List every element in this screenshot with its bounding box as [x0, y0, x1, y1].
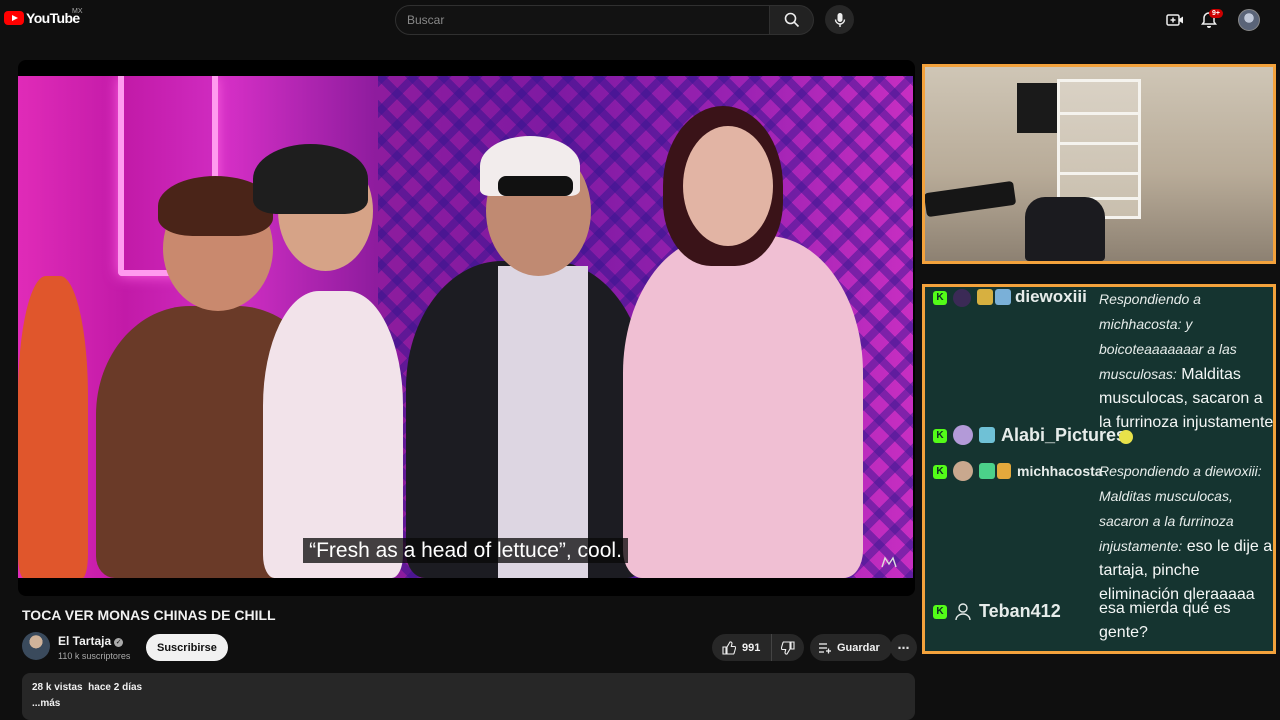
create-video-icon[interactable]: [1166, 11, 1184, 29]
kick-badge-icon: K: [933, 465, 947, 479]
chat-username: Teban412: [979, 601, 1061, 621]
shelf-row: [1060, 172, 1138, 175]
gaming-chair: [1025, 197, 1105, 261]
person-5-head: [683, 126, 773, 246]
search-button[interactable]: [770, 5, 814, 35]
video-player[interactable]: “Fresh as a head of lettuce”, cool.: [18, 60, 915, 596]
shelf-row: [1060, 142, 1138, 145]
verified-check-icon: ✓: [114, 638, 124, 647]
thumbs-down-icon: [781, 640, 795, 655]
user-silhouette-icon: [955, 603, 971, 621]
kick-badge-icon: K: [933, 605, 947, 619]
chat-message: K Alabi_Pictures: [931, 423, 1271, 451]
subtitle-text: “Fresh as a head of lettuce”, cool.: [303, 538, 628, 563]
chat-message: K diewoxiii Respondiendo a michhacosta: …: [931, 287, 1273, 431]
chat-username: diewoxiii: [1015, 287, 1087, 306]
kick-badge-icon: K: [933, 291, 947, 305]
more-dots-icon: ⋯: [897, 640, 910, 655]
thumbs-up-icon: [722, 640, 736, 655]
kick-badge-icon: K: [933, 429, 947, 443]
channel-name-row[interactable]: El Tartaja ✓: [58, 634, 124, 648]
chat-emote-icon: [977, 289, 993, 305]
subscriber-count: 110 k suscriptores: [58, 651, 131, 661]
upload-date: hace 2 días: [88, 682, 143, 693]
search-icon: [784, 12, 799, 28]
dislike-button[interactable]: [772, 634, 804, 661]
chat-message-text: esa mierda qué es gente?: [1099, 600, 1231, 641]
notifications-badge: 9+: [1209, 9, 1223, 18]
like-button[interactable]: 991: [712, 634, 772, 661]
logo-country-code: MX: [72, 8, 83, 15]
chat-username: michhacosta: [1017, 463, 1103, 479]
chat-emote-icon: [1119, 430, 1133, 444]
chat-emote-icon: [979, 427, 995, 443]
wall-poster: [1017, 83, 1057, 133]
microphone-icon: [834, 12, 845, 27]
chat-emote-icon: [979, 463, 995, 479]
save-button[interactable]: Guardar: [810, 634, 892, 661]
person-4-sunglasses: [498, 176, 573, 196]
person-3-beanie: [253, 144, 368, 214]
chat-username: Alabi_Pictures: [1001, 425, 1127, 445]
save-playlist-icon: [819, 642, 831, 653]
youtube-logo[interactable]: YouTube MX: [4, 8, 83, 26]
chat-message-body: Respondiendo a diewoxiii: Malditas muscu…: [1099, 459, 1273, 607]
chat-emote-icon: [997, 463, 1011, 479]
description-box[interactable]: 28 k vistas hace 2 días ...más: [22, 673, 915, 720]
search-input[interactable]: [407, 13, 769, 27]
save-label: Guardar: [837, 641, 880, 654]
chat-message-body: Respondiendo a michhacosta: y boicoteaaa…: [1099, 287, 1273, 435]
chat-emote-icon: [995, 289, 1011, 305]
voice-search-button[interactable]: [825, 5, 854, 34]
like-dislike-group: 991: [712, 634, 804, 661]
chat-message: K Teban412 esa mierda qué es gente?: [931, 597, 1271, 649]
video-frame[interactable]: [18, 76, 913, 578]
show-more-link[interactable]: ...más: [32, 698, 905, 709]
chat-message: K michhacosta Respondiendo a diewoxiii: …: [931, 459, 1273, 603]
view-date-line: 28 k vistas hace 2 días: [32, 682, 905, 693]
microphone-arm: [925, 180, 1017, 218]
person-1: [18, 276, 88, 578]
person-4-shirt: [498, 266, 588, 578]
youtube-play-icon: [4, 11, 24, 25]
subtitle-caption: “Fresh as a head of lettuce”, cool.: [18, 538, 913, 563]
stream-chat-overlay: K diewoxiii Respondiendo a michhacosta: …: [922, 284, 1276, 654]
video-title: TOCA VER MONAS CHINAS DE CHILL: [22, 607, 276, 623]
chat-user-avatar: [953, 461, 973, 481]
person-5: [623, 236, 863, 578]
webcam-overlay: [922, 64, 1276, 264]
chat-user-avatar: [953, 289, 971, 307]
view-count: 28 k vistas: [32, 682, 83, 693]
person-3: [263, 291, 403, 578]
account-avatar[interactable]: [1238, 9, 1260, 31]
top-bar: YouTube MX 9+: [0, 0, 1280, 40]
chat-user-avatar: [953, 425, 973, 445]
shelf-row: [1060, 112, 1138, 115]
subscribe-button[interactable]: Suscribirse: [146, 634, 228, 661]
channel-name[interactable]: El Tartaja: [58, 634, 111, 648]
search-box: [395, 5, 770, 35]
more-actions-button[interactable]: ⋯: [890, 634, 917, 661]
like-count: 991: [742, 641, 761, 654]
channel-avatar[interactable]: [22, 632, 50, 660]
